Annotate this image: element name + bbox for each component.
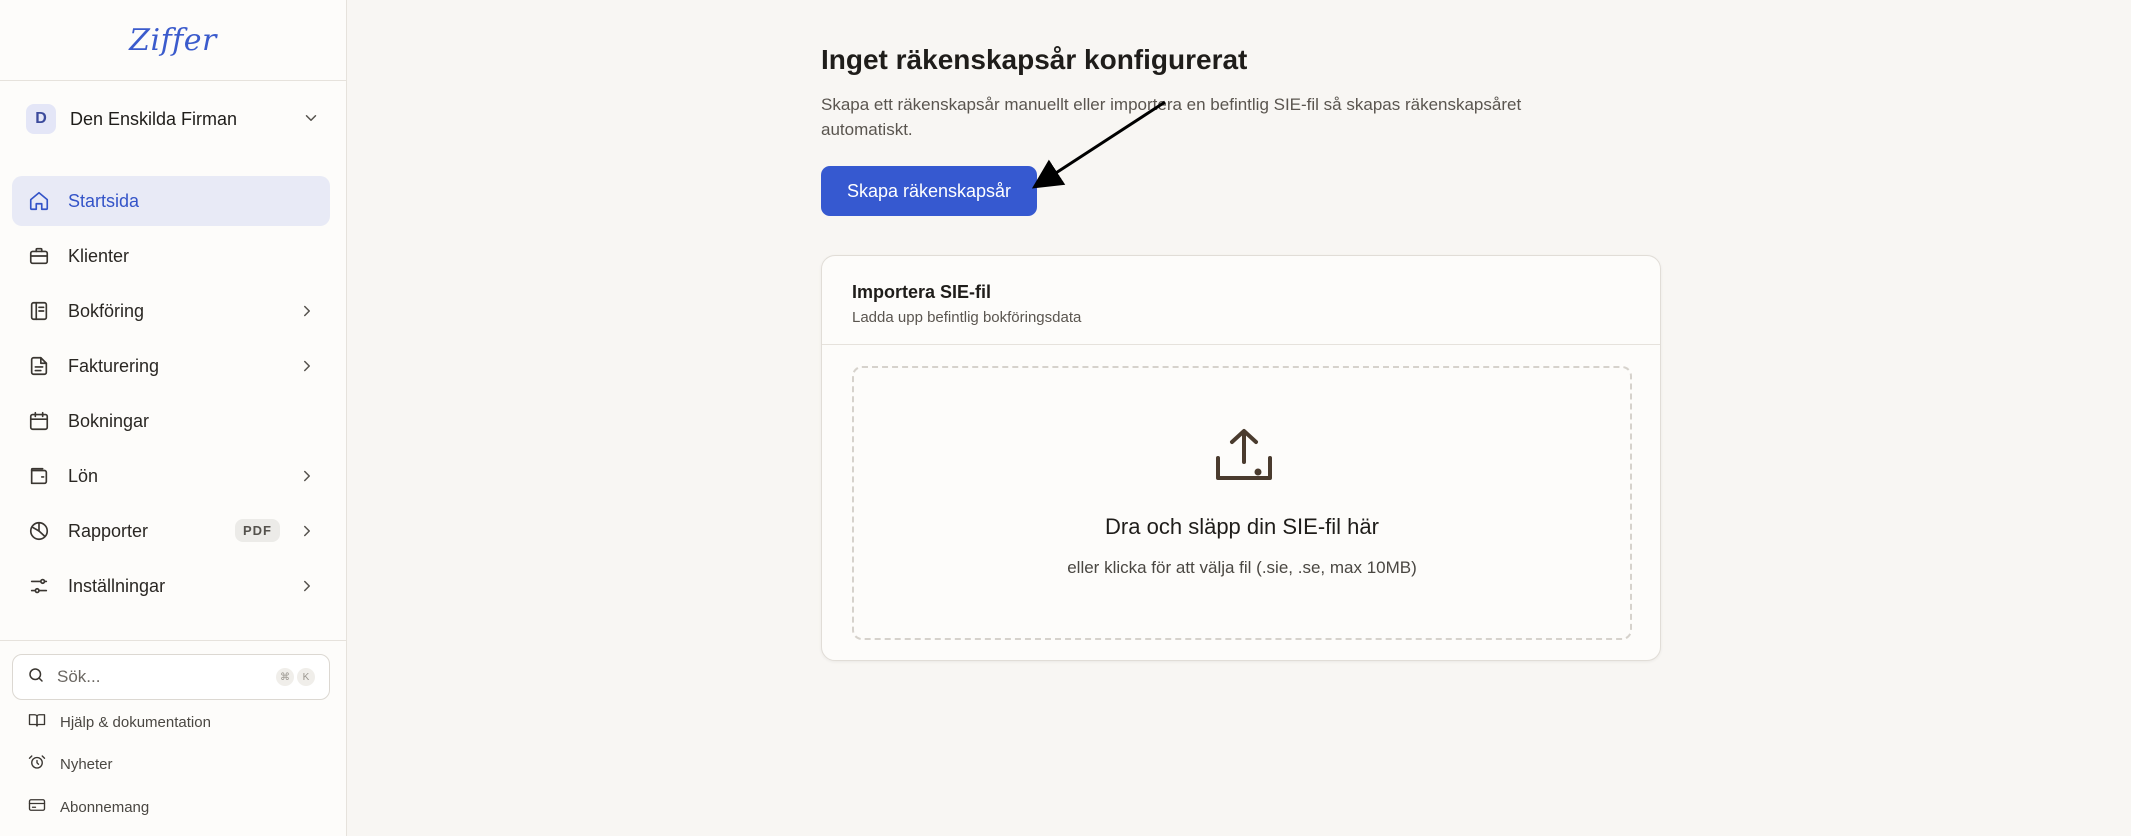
- sidebar-item-label: Startsida: [68, 190, 140, 211]
- sidebar-item-label: Bokningar: [68, 410, 150, 431]
- app-root: Ziffer D Den Enskilda Firman Startsida K…: [0, 0, 2131, 836]
- card-title: Importera SIE-fil: [852, 282, 992, 302]
- subscription-link-label: Abonnemang: [60, 798, 150, 816]
- sidebar-item-label: Fakturering: [68, 355, 160, 376]
- shortcut-cmd-key: ⌘: [276, 668, 294, 686]
- sidebar: Ziffer D Den Enskilda Firman Startsida K…: [0, 0, 347, 836]
- chevron-right-icon: [298, 577, 316, 600]
- sidebar-item-bokforing[interactable]: Bokföring: [12, 286, 330, 336]
- pdf-badge: PDF: [235, 519, 280, 542]
- app-logo[interactable]: Ziffer: [129, 23, 217, 58]
- logo-area: Ziffer: [0, 0, 346, 81]
- search-box[interactable]: ⌘ K: [12, 654, 330, 700]
- alarm-clock-icon: [28, 753, 46, 776]
- sidebar-item-installningar[interactable]: Inställningar: [12, 561, 330, 611]
- document-icon: [28, 355, 50, 377]
- help-link[interactable]: Hjälp & dokumentation: [28, 708, 211, 736]
- ledger-icon: [28, 300, 50, 322]
- sidebar-item-label: Klienter: [68, 245, 130, 266]
- search-icon: [27, 666, 45, 689]
- chevron-right-icon: [298, 302, 316, 325]
- home-icon: [28, 190, 50, 212]
- chevron-right-icon: [298, 467, 316, 490]
- page-title: Inget räkenskapsår konfigurerat: [821, 44, 1248, 75]
- company-avatar: D: [26, 104, 56, 134]
- subscription-link[interactable]: Abonnemang: [28, 793, 149, 821]
- sidebar-divider: [0, 640, 346, 641]
- dropzone-subtitle: eller klicka för att välja fil (.sie, .s…: [1067, 558, 1417, 577]
- sidebar-item-fakturering[interactable]: Fakturering: [12, 341, 330, 391]
- calendar-icon: [28, 410, 50, 432]
- credit-card-icon: [28, 796, 46, 819]
- briefcase-icon: [28, 245, 50, 267]
- company-name: Den Enskilda Firman: [70, 108, 238, 129]
- main-nav: Startsida Klienter Bokföring Fakturering…: [12, 176, 330, 616]
- sidebar-item-startsida[interactable]: Startsida: [12, 176, 330, 226]
- upload-icon: [1216, 429, 1272, 480]
- news-link-label: Nyheter: [60, 755, 113, 773]
- sidebar-item-label: Rapporter: [68, 520, 149, 541]
- card-subtitle: Ladda upp befintlig bokföringsdata: [852, 309, 1082, 326]
- sidebar-item-label: Bokföring: [68, 300, 145, 321]
- news-link[interactable]: Nyheter: [28, 750, 113, 778]
- create-fiscal-year-button[interactable]: Skapa räkenskapsår: [821, 166, 1037, 216]
- help-link-label: Hjälp & dokumentation: [60, 713, 211, 731]
- company-switcher[interactable]: D Den Enskilda Firman: [12, 97, 334, 141]
- sidebar-item-rapporter[interactable]: Rapporter PDF: [12, 506, 330, 556]
- search-input[interactable]: [57, 667, 257, 687]
- sidebar-item-klienter[interactable]: Klienter: [12, 231, 330, 281]
- annotation-arrow: [1031, 100, 1166, 189]
- pie-chart-icon: [28, 520, 50, 542]
- dropzone-title: Dra och släpp din SIE-fil här: [1105, 514, 1379, 539]
- chevron-right-icon: [298, 357, 316, 380]
- book-icon: [28, 711, 46, 734]
- import-sie-card: Importera SIE-fil Ladda upp befintlig bo…: [821, 255, 1661, 661]
- sidebar-item-bokningar[interactable]: Bokningar: [12, 396, 330, 446]
- shortcut-k-key: K: [297, 668, 315, 686]
- wallet-icon: [28, 465, 50, 487]
- chevron-right-icon: [298, 522, 316, 545]
- sidebar-item-lon[interactable]: Lön: [12, 451, 330, 501]
- chevron-down-icon: [302, 109, 320, 132]
- sliders-icon: [28, 575, 50, 597]
- card-header: Importera SIE-fil Ladda upp befintlig bo…: [822, 256, 1660, 345]
- file-dropzone[interactable]: Dra och släpp din SIE-fil här eller klic…: [852, 366, 1632, 640]
- sidebar-item-label: Inställningar: [68, 575, 166, 596]
- sidebar-item-label: Lön: [68, 465, 99, 486]
